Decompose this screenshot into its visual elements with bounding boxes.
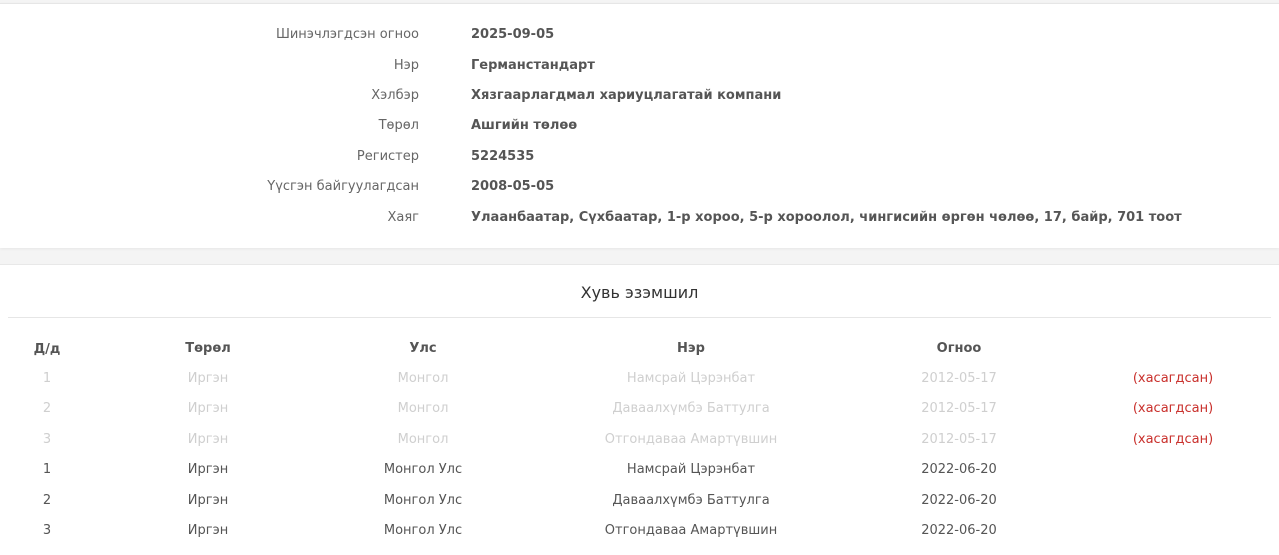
cell-country: Монгол <box>397 371 449 386</box>
header-index: Д/д <box>33 342 61 357</box>
cell-type: Иргэн <box>187 371 229 386</box>
info-row-address: Хаяг Улаанбаатар, Сүхбаатар, 1-р хороо, … <box>0 208 1279 228</box>
cell-date: 2022-06-20 <box>921 523 997 538</box>
section-divider <box>8 317 1271 318</box>
info-row-founded: Үүсгэн байгуулагдсан 2008-05-05 <box>0 177 1279 197</box>
cell-date: 2012-05-17 <box>921 432 997 447</box>
ownership-card: Хувь эзэмшил Д/д Төрөл Улс Нэр Огноо 1 Ир… <box>0 264 1279 555</box>
company-info-card: Шинэчлэгдсэн огноо 2025-09-05 Нэр Герман… <box>0 3 1279 248</box>
cell-type: Иргэн <box>187 462 229 477</box>
cell-type: Иргэн <box>187 401 229 416</box>
cell-name: Даваалхүмбэ Баттулга <box>612 493 770 508</box>
cell-status: (хасагдсан) <box>1132 371 1214 386</box>
cell-country: Монгол <box>397 401 449 416</box>
header-country: Улс <box>409 341 437 356</box>
cell-name: Намсрай Цэрэнбат <box>626 371 756 386</box>
header-name: Нэр <box>677 341 705 356</box>
info-value: 2025-09-05 <box>471 27 555 42</box>
info-value: Ашгийн төлөө <box>471 118 578 133</box>
cell-country: Монгол Улс <box>383 493 463 508</box>
cell-country: Монгол Улс <box>383 523 463 538</box>
cell-date: 2012-05-17 <box>921 371 997 386</box>
info-label: Нэр <box>393 58 419 73</box>
info-label: Хэлбэр <box>371 88 419 103</box>
info-value: 5224535 <box>471 149 535 164</box>
cell-index: 2 <box>42 401 52 416</box>
cell-name: Намсрай Цэрэнбат <box>626 462 756 477</box>
cell-name: Отгондаваа Амартүвшин <box>604 432 778 447</box>
cell-date: 2012-05-17 <box>921 401 997 416</box>
cell-date: 2022-06-20 <box>921 462 997 477</box>
info-label: Төрөл <box>378 118 419 133</box>
cell-index: 1 <box>42 371 52 386</box>
cell-name: Отгондаваа Амартүвшин <box>604 523 778 538</box>
cell-index: 3 <box>42 523 52 538</box>
info-row-updated: Шинэчлэгдсэн огноо 2025-09-05 <box>0 25 1279 45</box>
cell-date: 2022-06-20 <box>921 493 997 508</box>
header-type: Төрөл <box>185 341 231 356</box>
info-label: Хаяг <box>387 210 419 225</box>
header-date: Огноо <box>936 341 982 356</box>
cell-index: 2 <box>42 493 52 508</box>
cell-index: 1 <box>42 462 52 477</box>
cell-status: (хасагдсан) <box>1132 401 1214 416</box>
info-value: Германстандарт <box>471 58 595 73</box>
info-row-form: Хэлбэр Хязгаарлагдмал хариуцлагатай комп… <box>0 86 1279 106</box>
cell-name: Даваалхүмбэ Баттулга <box>612 401 770 416</box>
info-value: Хязгаарлагдмал хариуцлагатай компани <box>471 88 782 103</box>
info-label: Үүсгэн байгуулагдсан <box>267 179 419 194</box>
info-row-type: Төрөл Ашгийн төлөө <box>0 116 1279 136</box>
info-label: Регистер <box>356 149 419 164</box>
info-row-register: Регистер 5224535 <box>0 147 1279 167</box>
cell-type: Иргэн <box>187 523 229 538</box>
cell-country: Монгол Улс <box>383 462 463 477</box>
cell-country: Монгол <box>397 432 449 447</box>
info-value: 2008-05-05 <box>471 179 555 194</box>
cell-type: Иргэн <box>187 432 229 447</box>
cell-status: (хасагдсан) <box>1132 432 1214 447</box>
info-row-name: Нэр Германстандарт <box>0 56 1279 76</box>
section-title: Хувь эзэмшил <box>580 283 699 302</box>
info-label: Шинэчлэгдсэн огноо <box>275 27 419 42</box>
info-value: Улаанбаатар, Сүхбаатар, 1-р хороо, 5-р х… <box>471 210 1182 225</box>
cell-type: Иргэн <box>187 493 229 508</box>
cell-index: 3 <box>42 432 52 447</box>
